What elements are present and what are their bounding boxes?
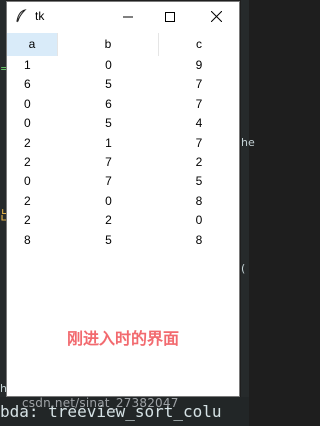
cell-b: 5 (105, 232, 112, 247)
cell-a: 0 (24, 116, 31, 131)
feather-icon (13, 8, 29, 24)
cell-a: 0 (24, 96, 31, 111)
cell-c: 7 (195, 96, 203, 111)
column-header-c[interactable]: c (159, 33, 239, 56)
cell-a: 2 (24, 193, 31, 208)
treeview-header: a b c (7, 33, 239, 56)
cell-b: 0 (105, 58, 112, 72)
cell-b: 7 (105, 154, 112, 169)
minimize-button[interactable] (109, 2, 147, 30)
cell-c: 8 (195, 193, 203, 208)
close-icon (210, 7, 222, 26)
table-row[interactable]: 0 5 4 (7, 114, 239, 133)
column-header-a[interactable]: a (7, 33, 58, 56)
treeview-rows: 1 0 9 6 5 7 0 6 7 0 5 4 2 1 7 2 7 2 0 7 5 2 0 8 2 2 0 8 5 8 (7, 56, 239, 250)
title-bar[interactable]: tk (7, 2, 239, 30)
cell-a: 6 (24, 77, 31, 92)
cell-c: 5 (195, 174, 203, 189)
background-fragment: he (241, 136, 255, 149)
cell-c: 7 (195, 135, 203, 150)
watermark-text: csdn.net/sinat_27382047 (22, 397, 179, 410)
table-row[interactable]: 2 0 8 (7, 192, 239, 211)
cell-a: 0 (24, 174, 31, 189)
cell-b: 0 (105, 193, 112, 208)
background-fragment: ( (241, 262, 246, 275)
minimize-icon (123, 7, 133, 26)
cell-b: 5 (105, 77, 112, 92)
background-code-line: bda: treeview_sort_colu csdn.net/sinat_2… (0, 397, 249, 426)
cell-a: 1 (24, 58, 31, 72)
table-row[interactable]: 8 5 8 (7, 231, 239, 250)
cell-c: 0 (195, 213, 203, 228)
column-header-b[interactable]: b (58, 33, 159, 56)
table-row[interactable]: 2 7 2 (7, 153, 239, 172)
table-row[interactable]: 0 6 7 (7, 95, 239, 114)
cell-b: 1 (105, 135, 112, 150)
table-row[interactable]: 2 2 0 (7, 211, 239, 230)
cell-b: 6 (105, 96, 112, 111)
background-editor-right (241, 0, 249, 426)
cell-b: 7 (105, 174, 112, 189)
annotation-text: 刚进入时的界面 (66, 329, 179, 348)
cell-c: 9 (195, 58, 203, 72)
cell-c: 8 (195, 232, 203, 247)
cell-a: 2 (24, 135, 31, 150)
table-row[interactable]: 1 0 9 (7, 56, 239, 75)
tk-window: tk a b c 109657067054217272075208220858 … (6, 1, 240, 397)
maximize-icon (165, 7, 175, 26)
table-row[interactable]: 2 1 7 (7, 134, 239, 153)
maximize-button[interactable] (147, 2, 193, 30)
table-row[interactable]: 6 5 7 (7, 75, 239, 94)
cell-c: 7 (195, 77, 203, 92)
cell-a: 8 (24, 232, 31, 247)
cell-a: 2 (24, 154, 31, 169)
cell-c: 4 (195, 116, 203, 131)
cell-b: 5 (105, 116, 112, 131)
cell-c: 2 (195, 154, 203, 169)
table-row[interactable]: 0 7 5 (7, 172, 239, 191)
window-title: tk (35, 9, 45, 23)
cell-b: 2 (105, 213, 112, 228)
treeview[interactable]: a b c 1 0 9 6 5 7 0 6 7 0 5 4 2 1 7 2 7 2 0 7 5 2 0 8 2 2 0 8 5 8 刚进入… (7, 33, 239, 396)
cell-a: 2 (24, 213, 31, 228)
close-button[interactable] (193, 2, 239, 30)
